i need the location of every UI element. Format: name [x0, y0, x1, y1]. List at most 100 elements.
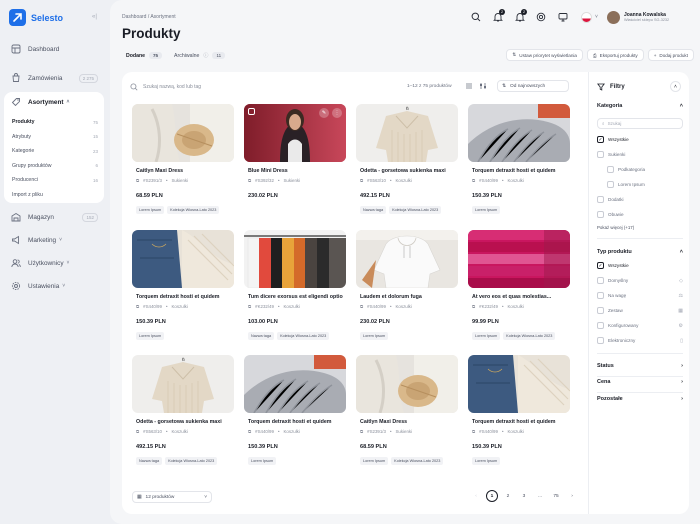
page-button[interactable]: 3 [518, 490, 530, 502]
product-card[interactable]: Laudem et dolorum fuga ⧉ #S440/99 • Koszulki… [356, 230, 458, 346]
product-title[interactable]: Odetta - gorsetowa sukienka maxi [136, 419, 232, 425]
collapse-filters-icon[interactable]: ˄ [670, 81, 681, 92]
category-option[interactable]: Lorem Ipsum [607, 181, 683, 188]
notifications-button[interactable]: 2 [493, 9, 507, 26]
product-title[interactable]: Odetta - gorsetowa sukienka maxi [360, 168, 456, 174]
page-button[interactable]: 75 [550, 490, 562, 502]
display-icon[interactable] [558, 12, 572, 26]
set-priority-button[interactable]: ⇅ Ustaw priorytet wyświetlania [506, 49, 583, 61]
tab-added[interactable]: Dodane 75 [122, 49, 166, 62]
language-flag-icon[interactable] [581, 12, 592, 23]
product-search[interactable]: Szukaj nazwą, kod lub tag [130, 80, 330, 93]
subnav-item-categories[interactable]: Kategorie 23 [12, 144, 98, 159]
separator-dot: • [277, 304, 280, 309]
product-card[interactable]: Torquem detraxit hosti et quidem ⧉ #S440/9… [468, 104, 570, 220]
category-option[interactable]: Podkategoria [607, 166, 683, 173]
product-card[interactable]: At vero eos et quas molestias... ⧉ #K232/4… [468, 230, 570, 346]
product-title[interactable]: Tum dicere exorsus est eligendi optio [248, 294, 344, 300]
select-checkbox[interactable] [248, 108, 255, 115]
product-title[interactable]: Torquem detraxit hosti et quidem [472, 168, 568, 174]
subnav-item-import[interactable]: Import z pliku [12, 188, 98, 203]
sidebar-item-warehouse[interactable]: Magazyn 152 [4, 210, 104, 224]
logo[interactable]: Selesto [9, 9, 63, 26]
type-option[interactable]: Na wagę ⚖ [597, 292, 683, 299]
sidebar-item-orders[interactable]: Zamówienia 2 275 [4, 71, 104, 85]
more-icon[interactable]: ⋮ [332, 108, 342, 118]
product-title[interactable]: Blue Mini Dress [248, 168, 344, 174]
messages-button[interactable]: 2 [515, 9, 529, 26]
product-card[interactable]: Caitlyn Maxi Dress ⧉ #S2391/3 • Sukienki 68.5… [132, 104, 234, 220]
type-option[interactable]: Domyślny ◇ [597, 277, 683, 284]
subnav-item-producers[interactable]: Producenci 16 [12, 173, 98, 188]
search-input[interactable]: Szukaj nazwą, kod lub tag [143, 84, 201, 90]
prev-page-icon[interactable]: ‹ [470, 490, 482, 502]
subnav-item-products[interactable]: Produkty 75 [12, 115, 98, 130]
filter-section-price[interactable]: Cena › [597, 379, 683, 385]
page-button[interactable]: 1 [486, 490, 498, 502]
filter-section-category[interactable]: Kategoria ˄ [597, 103, 683, 109]
category-search-input[interactable]: ⌕ Szukaj [597, 118, 683, 129]
show-more-link[interactable]: Pokaż więcej (+17) [597, 225, 634, 230]
export-products-button[interactable]: ⎙ Eksportuj produkty [586, 49, 644, 61]
product-card[interactable]: Torquem detraxit hosti et quidem ⧉ #S440/9… [468, 355, 570, 471]
sidebar-item-settings[interactable]: Ustawienia ˅ [4, 279, 104, 293]
product-price: 68.59 PLN [360, 444, 387, 450]
product-title[interactable]: At vero eos et quas molestias... [472, 294, 568, 300]
chevron-down-icon[interactable]: ˅ [595, 14, 598, 20]
product-meta: ⧉ #S2391/3 • Sukienki [136, 178, 188, 183]
tab-archived[interactable]: Archiwalne ⓘ 11 [170, 49, 229, 62]
category-option[interactable]: Dodatki [597, 196, 683, 203]
type-option[interactable]: Elektroniczny ▯ [597, 337, 683, 344]
sidebar-item-assortment[interactable]: Asortyment ˄ [4, 95, 104, 109]
product-card[interactable]: Odetta - gorsetowa sukienka maxi ⧉ #S563/1… [356, 104, 458, 220]
filter-section-status[interactable]: Status › [597, 363, 683, 369]
support-icon[interactable] [536, 12, 550, 26]
product-card[interactable]: Tum dicere exorsus est eligendi optio ⧉ #K… [244, 230, 346, 346]
sort-select[interactable]: ⇅ Od najnowszych [497, 80, 569, 92]
sidebar-item-label: Magazyn [28, 213, 54, 221]
type-option[interactable]: Zestaw ▦ [597, 307, 683, 314]
product-card[interactable]: Odetta - gorsetowa sukienka maxi ⧉ #S563/1… [132, 355, 234, 471]
edit-icon[interactable]: ✎ [319, 108, 329, 118]
product-card[interactable]: Torquem detraxit hosti et quidem ⧉ #S440/9… [244, 355, 346, 471]
product-title[interactable]: Laudem et dolorum fuga [360, 294, 456, 300]
filter-section-other[interactable]: Pozostałe › [597, 396, 683, 402]
product-sku: #K232/49 [255, 304, 274, 309]
sidebar-item-marketing[interactable]: Marketing ˅ [4, 233, 104, 247]
product-image [356, 230, 458, 288]
category-option[interactable]: Obuwie [597, 211, 683, 218]
next-page-icon[interactable]: › [566, 490, 578, 502]
category-option[interactable]: Sukienki [597, 151, 683, 158]
divider [597, 376, 683, 377]
per-page-select[interactable]: ▦ 12 produktów ˅ [132, 491, 212, 503]
type-option[interactable]: Konfigurowany ⚙ [597, 322, 683, 329]
sidebar-item-users[interactable]: Użytkownicy ˅ [4, 256, 104, 270]
product-card[interactable]: ✎ ⋮ Blue Mini Dress ⧉ #S392/32 • Sukienki 230.0… [244, 104, 346, 220]
collapse-sidebar-icon[interactable]: «| [92, 14, 97, 20]
filter-section-product-type[interactable]: Typ produktu ˄ [597, 249, 683, 255]
page-button[interactable]: 2 [502, 490, 514, 502]
add-product-button[interactable]: + Dodaj produkt [647, 49, 694, 61]
product-card[interactable]: Caitlyn Maxi Dress ⧉ #S2391/3 • Sukienki 68.5… [356, 355, 458, 471]
breadcrumb[interactable]: Dashboard / Asortyment [122, 14, 176, 20]
type-option[interactable]: ✓ Wszystkie [597, 262, 683, 269]
list-view-icon[interactable] [464, 81, 474, 91]
product-image [132, 230, 234, 288]
copy-icon: ⧉ [472, 178, 476, 183]
sidebar-item-dashboard[interactable]: Dashboard [4, 42, 104, 56]
product-meta: ⧉ #S563/10 • Koszulki [360, 178, 412, 183]
product-title[interactable]: Caitlyn Maxi Dress [136, 168, 232, 174]
product-title[interactable]: Torquem detraxit hosti et quidem [248, 419, 344, 425]
filter-sliders-icon[interactable] [478, 81, 488, 91]
subnav-item-attributes[interactable]: Atrybuty 15 [12, 130, 98, 145]
product-title[interactable]: Torquem detraxit hosti et quidem [136, 294, 232, 300]
category-option[interactable]: ✓ Wszystkie [597, 136, 683, 143]
search-icon[interactable] [471, 12, 485, 26]
product-title[interactable]: Caitlyn Maxi Dress [360, 419, 456, 425]
product-title[interactable]: Torquem detraxit hosti et quidem [472, 419, 568, 425]
product-card[interactable]: Torquem detraxit hosti et quidem ⧉ #S440/9… [132, 230, 234, 346]
product-tags: Lorem Ipsum [472, 206, 501, 214]
subnav-item-product-groups[interactable]: Grupy produktów 6 [12, 159, 98, 174]
section-title: Typ produktu [597, 249, 632, 255]
user-menu[interactable]: Joanna Kowalska Właściciel sklepu SG-323… [607, 9, 689, 25]
